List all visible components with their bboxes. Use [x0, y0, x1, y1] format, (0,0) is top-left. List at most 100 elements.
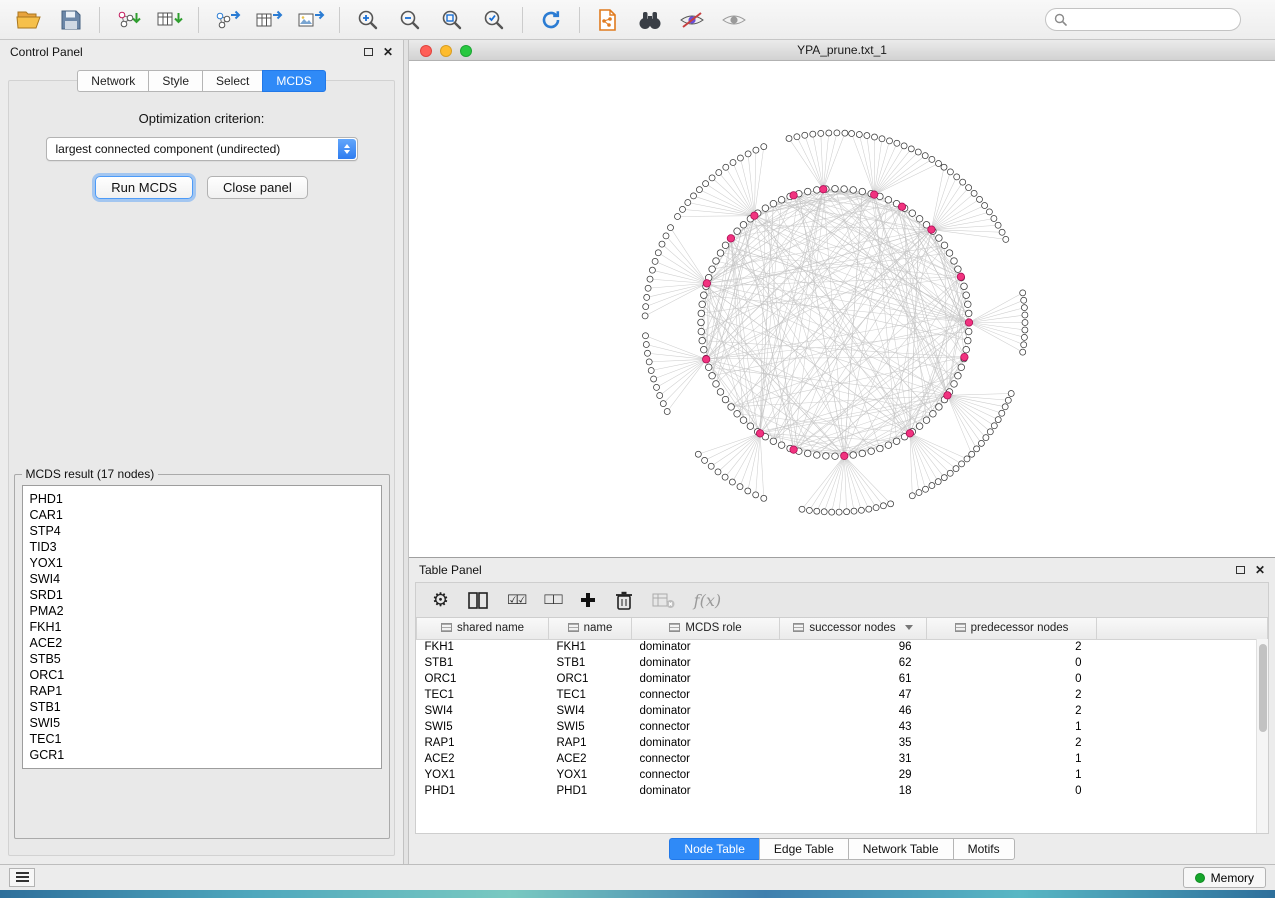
table-cell[interactable]: SWI5	[549, 719, 632, 735]
table-cell[interactable]: ORC1	[549, 671, 632, 687]
mcds-result-item[interactable]: PMA2	[30, 603, 374, 619]
table-cell[interactable]: TEC1	[417, 687, 549, 703]
mcds-result-item[interactable]: TID3	[30, 539, 374, 555]
zoom-out-button[interactable]	[389, 3, 431, 37]
hide-selected-button[interactable]	[671, 3, 713, 37]
zoom-selected-button[interactable]	[473, 3, 515, 37]
table-cell[interactable]: PHD1	[549, 783, 632, 799]
column-header[interactable]: MCDS role	[632, 618, 780, 639]
mcds-result-item[interactable]: STB1	[30, 699, 374, 715]
column-menu-icon[interactable]	[905, 625, 913, 630]
table-scrollbar[interactable]	[1256, 639, 1268, 833]
table-cell[interactable]: 47	[780, 687, 927, 703]
table-cell[interactable]: dominator	[632, 671, 780, 687]
network-canvas-wrap[interactable]	[409, 61, 1275, 557]
show-all-button[interactable]	[713, 3, 755, 37]
table-cell[interactable]: connector	[632, 767, 780, 783]
table-cell[interactable]: connector	[632, 687, 780, 703]
zoom-fit-button[interactable]	[431, 3, 473, 37]
add-column-button[interactable]	[580, 587, 596, 613]
mcds-result-item[interactable]: ACE2	[30, 635, 374, 651]
table-cell[interactable]: STB1	[549, 655, 632, 671]
table-row[interactable]: SWI5SWI5connector431	[417, 719, 1268, 735]
mcds-result-item[interactable]: TEC1	[30, 731, 374, 747]
save-session-button[interactable]	[50, 3, 92, 37]
table-tab-edge-table[interactable]: Edge Table	[759, 838, 848, 860]
table-cell[interactable]: 1	[927, 767, 1097, 783]
mcds-result-item[interactable]: CAR1	[30, 507, 374, 523]
open-file-button[interactable]	[8, 3, 50, 37]
table-cell[interactable]: connector	[632, 719, 780, 735]
table-cell[interactable]: 18	[780, 783, 927, 799]
table-settings-button[interactable]: ⚙	[432, 587, 449, 613]
scrollbar-thumb[interactable]	[1259, 644, 1267, 732]
run-mcds-button[interactable]: Run MCDS	[95, 176, 193, 199]
table-row[interactable]: ACE2ACE2connector311	[417, 751, 1268, 767]
export-network-button[interactable]	[206, 3, 248, 37]
table-row[interactable]: TEC1TEC1connector472	[417, 687, 1268, 703]
table-row[interactable]: PHD1PHD1dominator180	[417, 783, 1268, 799]
float-table-panel-button[interactable]	[1236, 566, 1245, 574]
export-image-button[interactable]	[290, 3, 332, 37]
table-cell[interactable]: PHD1	[417, 783, 549, 799]
table-cell[interactable]: YOX1	[549, 767, 632, 783]
mcds-result-item[interactable]: SWI5	[30, 715, 374, 731]
table-tab-motifs[interactable]: Motifs	[953, 838, 1015, 860]
column-header[interactable]: predecessor nodes	[927, 618, 1097, 639]
table-cell[interactable]: SWI5	[417, 719, 549, 735]
table-cell[interactable]: 2	[927, 735, 1097, 751]
mcds-result-item[interactable]: YOX1	[30, 555, 374, 571]
mcds-result-item[interactable]: SWI4	[30, 571, 374, 587]
table-tab-network-table[interactable]: Network Table	[848, 838, 953, 860]
table-cell[interactable]: 2	[927, 703, 1097, 719]
mcds-result-item[interactable]: GCR1	[30, 747, 374, 763]
task-history-button[interactable]	[9, 868, 35, 887]
mcds-result-item[interactable]: FKH1	[30, 619, 374, 635]
table-row[interactable]: RAP1RAP1dominator352	[417, 735, 1268, 751]
table-tab-node-table[interactable]: Node Table	[669, 838, 759, 860]
table-cell[interactable]: 31	[780, 751, 927, 767]
mcds-result-item[interactable]: SRD1	[30, 587, 374, 603]
table-cell[interactable]: 0	[927, 783, 1097, 799]
table-cell[interactable]: 2	[927, 639, 1097, 655]
table-cell[interactable]: 2	[927, 687, 1097, 703]
table-cell[interactable]: dominator	[632, 735, 780, 751]
table-cell[interactable]: SWI4	[417, 703, 549, 719]
table-cell[interactable]: ORC1	[417, 671, 549, 687]
table-cell[interactable]: FKH1	[417, 639, 549, 655]
column-header[interactable]: name	[549, 618, 632, 639]
table-cell[interactable]: 0	[927, 671, 1097, 687]
search-input[interactable]	[1072, 13, 1232, 27]
table-cell[interactable]: 61	[780, 671, 927, 687]
maximize-window-icon[interactable]	[460, 45, 472, 57]
table-row[interactable]: ORC1ORC1dominator610	[417, 671, 1268, 687]
close-panel-button[interactable]: ✕	[383, 45, 393, 59]
mcds-result-item[interactable]: PHD1	[30, 491, 374, 507]
table-row[interactable]: YOX1YOX1connector291	[417, 767, 1268, 783]
clear-selection-button[interactable]: ☐☐	[543, 587, 560, 613]
show-columns-button[interactable]	[468, 587, 488, 613]
delete-column-button[interactable]	[615, 587, 633, 613]
table-cell[interactable]: 0	[927, 655, 1097, 671]
find-button[interactable]	[629, 3, 671, 37]
table-cell[interactable]: dominator	[632, 639, 780, 655]
column-header[interactable]: shared name	[417, 618, 549, 639]
zoom-in-button[interactable]	[347, 3, 389, 37]
mcds-result-list[interactable]: PHD1CAR1STP4TID3YOX1SWI4SRD1PMA2FKH1ACE2…	[22, 485, 382, 769]
table-cell[interactable]: ACE2	[549, 751, 632, 767]
mcds-result-item[interactable]: RAP1	[30, 683, 374, 699]
table-cell[interactable]: TEC1	[549, 687, 632, 703]
memory-button[interactable]: Memory	[1183, 867, 1266, 888]
table-cell[interactable]: connector	[632, 751, 780, 767]
tab-mcds[interactable]: MCDS	[262, 70, 325, 92]
export-table-button[interactable]	[248, 3, 290, 37]
table-row[interactable]: SWI4SWI4dominator462	[417, 703, 1268, 719]
table-cell[interactable]: YOX1	[417, 767, 549, 783]
table-cell[interactable]: 29	[780, 767, 927, 783]
close-table-panel-button[interactable]: ✕	[1255, 563, 1265, 577]
table-cell[interactable]: 43	[780, 719, 927, 735]
mcds-result-item[interactable]: ORC1	[30, 667, 374, 683]
table-cell[interactable]: FKH1	[549, 639, 632, 655]
table-row[interactable]: STB1STB1dominator620	[417, 655, 1268, 671]
tab-style[interactable]: Style	[148, 70, 202, 92]
